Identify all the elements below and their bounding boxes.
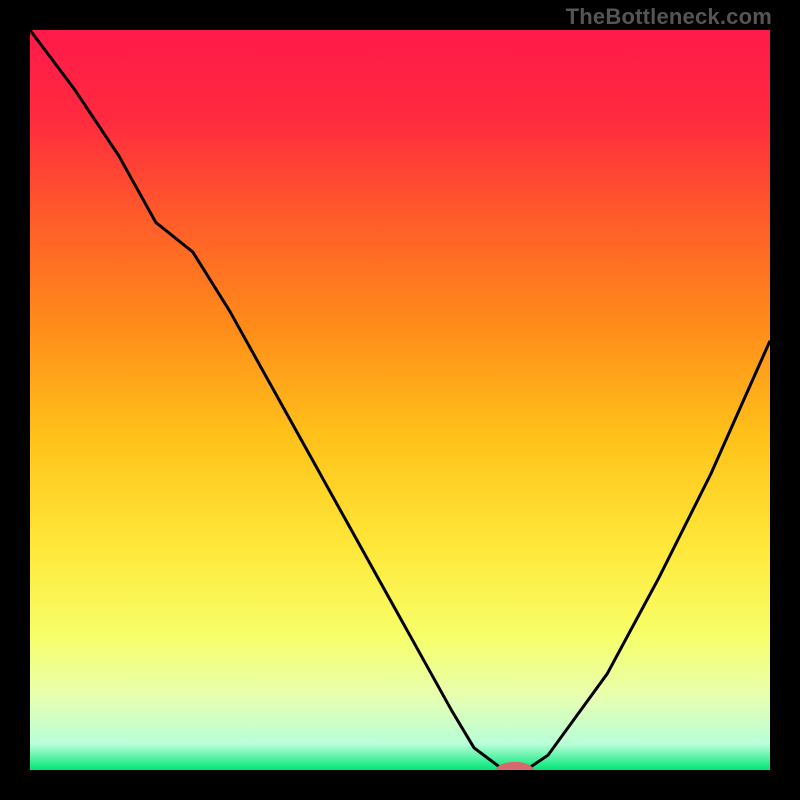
gradient-background — [30, 30, 770, 770]
plot-svg — [30, 30, 770, 770]
chart-stage: TheBottleneck.com — [0, 0, 800, 800]
watermark-label: TheBottleneck.com — [566, 4, 772, 30]
plot-area — [30, 30, 770, 770]
